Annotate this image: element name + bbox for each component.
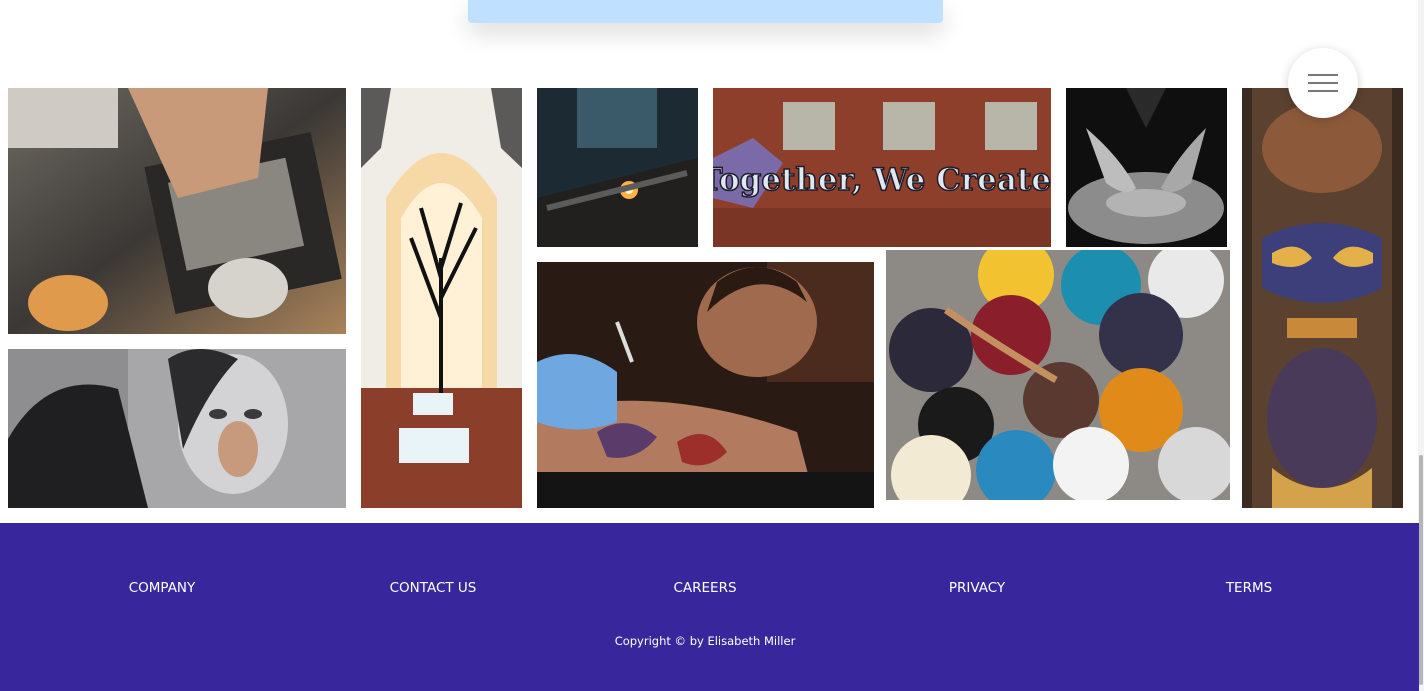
hamburger-menu-button[interactable]	[1288, 48, 1358, 118]
footer-link-company[interactable]: COMPANY	[129, 580, 196, 596]
copyright-text: Copyright © by Elisabeth Miller	[614, 634, 796, 648]
graffiti-text: Together, We Create!	[713, 162, 1051, 198]
gallery-image-paint-buckets[interactable]	[886, 250, 1230, 500]
footer: COMPANY CONTACT US CAREERS PRIVACY TERMS…	[0, 523, 1419, 691]
gallery-image-welding-torch[interactable]	[537, 88, 698, 247]
gallery-image-carved-totem[interactable]	[1242, 88, 1403, 508]
gallery-image-brick-wall-graffiti[interactable]: Together, We Create!	[713, 88, 1051, 247]
hamburger-icon	[1308, 74, 1338, 76]
gallery-image-pencil-portrait-drawing[interactable]	[8, 349, 346, 508]
footer-link-contact-us[interactable]: CONTACT US	[390, 580, 477, 596]
footer-link-terms[interactable]: TERMS	[1226, 580, 1272, 596]
footer-link-careers[interactable]: CAREERS	[673, 580, 736, 596]
gallery-image-tattoo-artist[interactable]	[537, 262, 874, 508]
gallery-image-pottery-hands[interactable]	[1066, 88, 1227, 247]
top-card	[468, 0, 943, 23]
gallery-image-tree-sculpture-gallery[interactable]	[361, 88, 522, 508]
scrollbar-thumb[interactable]	[1419, 455, 1423, 685]
gallery-image-spray-paint-stencil-art[interactable]	[8, 88, 346, 334]
footer-link-privacy[interactable]: PRIVACY	[949, 580, 1005, 596]
